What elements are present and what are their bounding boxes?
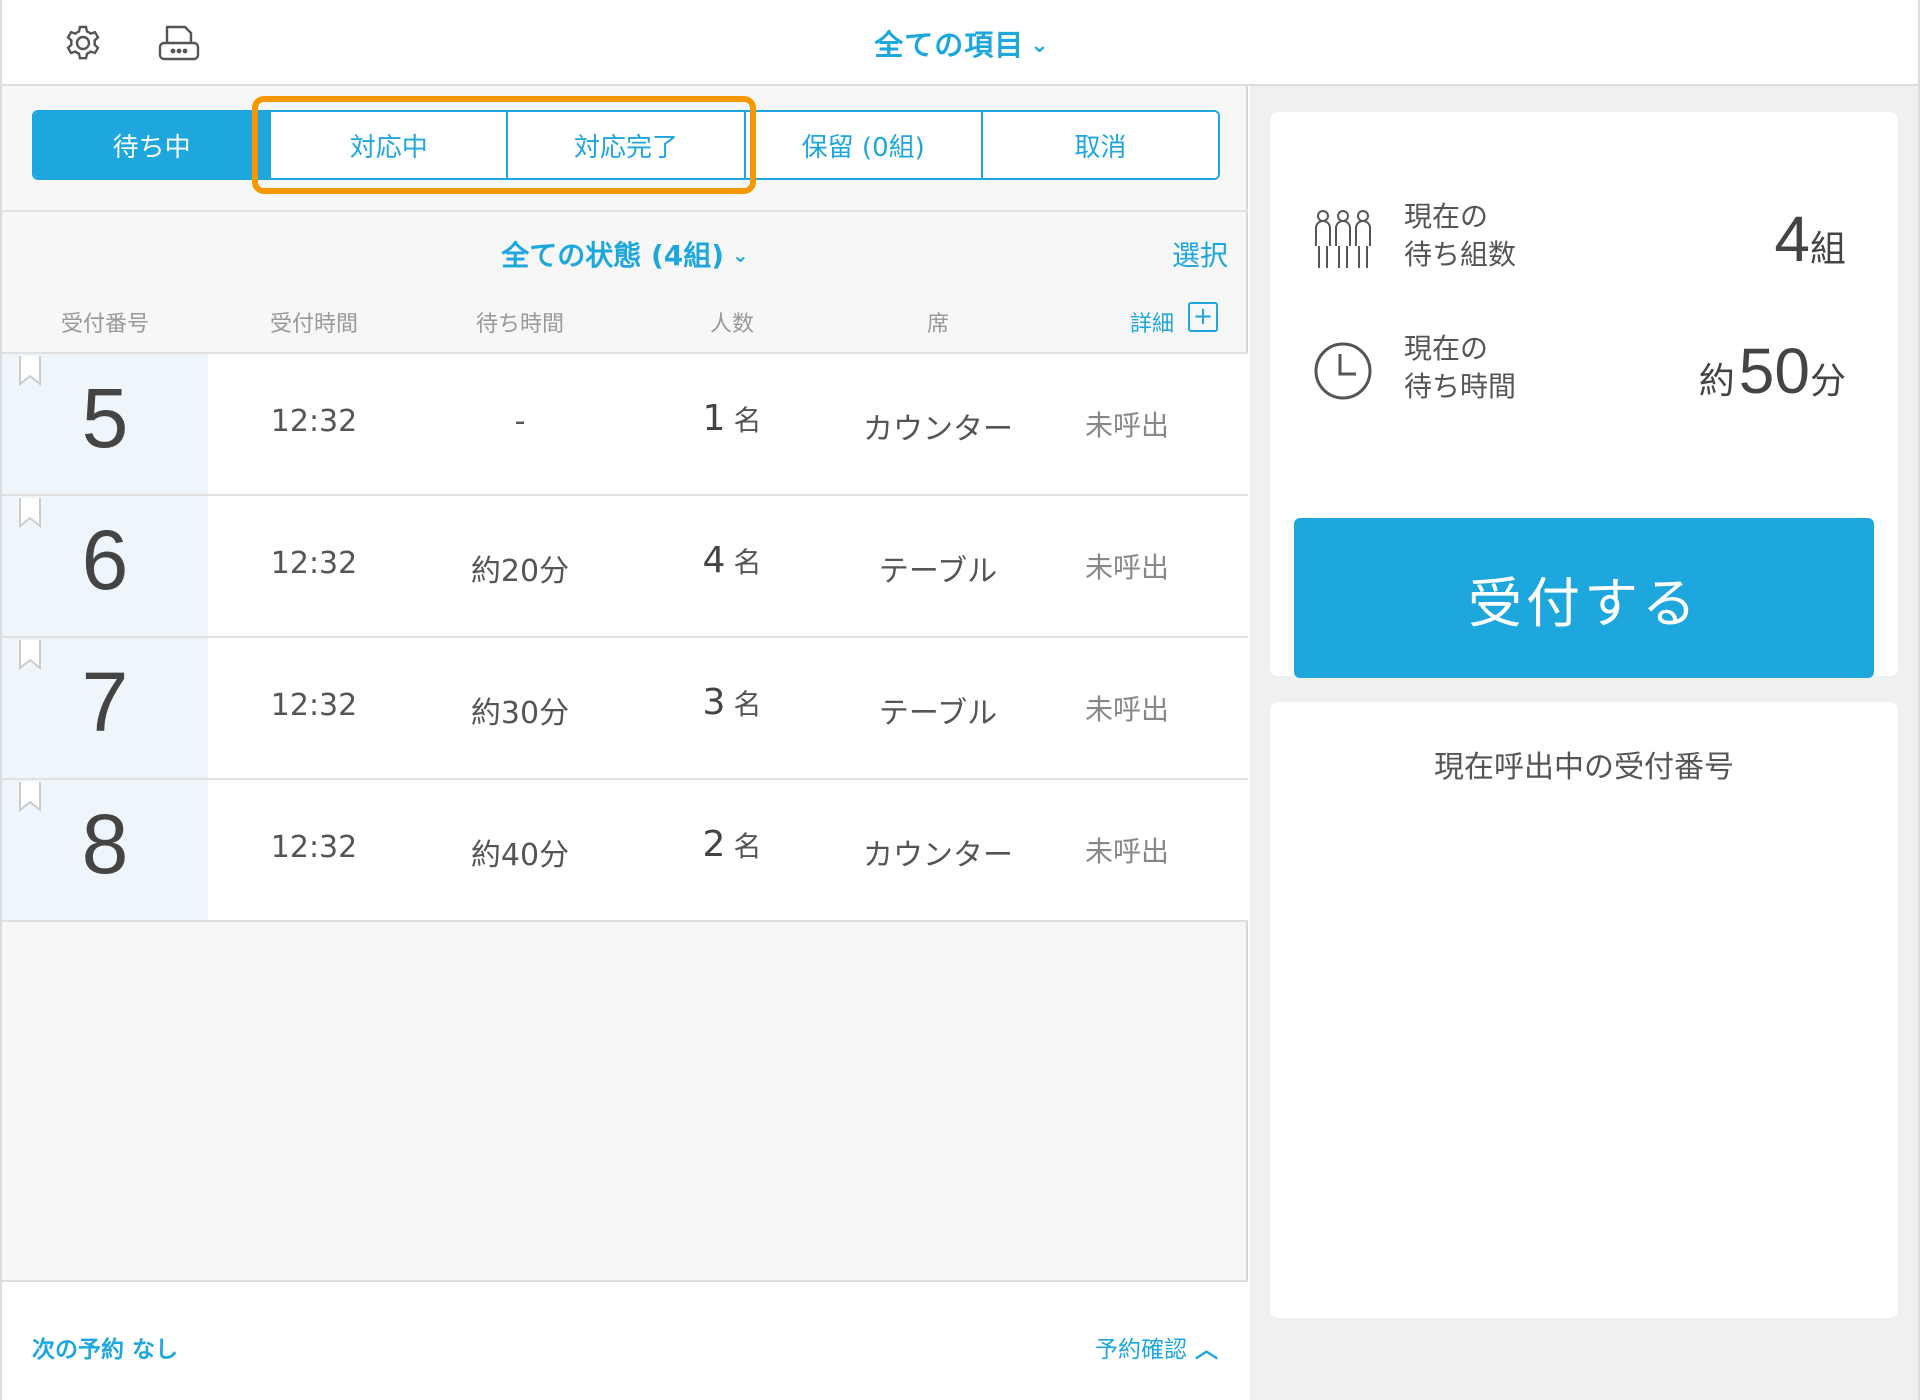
call-status: 未呼出 — [1084, 551, 1169, 584]
reception-button[interactable]: 受付する — [1294, 518, 1874, 678]
wait-label-line2: 待ち時間 — [1404, 370, 1517, 403]
status-filter-label: 全ての状態 (4組) — [501, 239, 725, 272]
party-size: 4名 — [702, 540, 762, 581]
detail-expand-button[interactable]: + — [1188, 302, 1218, 332]
wait-time: 約30分 — [470, 696, 570, 731]
reception-time: 12:32 — [270, 404, 358, 439]
table-row[interactable]: 7 12:32 約30分 3名 テーブル 未呼出 — [2, 638, 1248, 780]
reception-number: 7 — [81, 655, 129, 749]
tab-in-progress[interactable]: 対応中 — [271, 112, 509, 178]
groups-label-line2: 待ち組数 — [1404, 238, 1517, 271]
top-bar: 全ての項目 ⌄ — [0, 0, 1920, 86]
next-reservation-link[interactable]: 次の予約 なし — [32, 1330, 178, 1364]
tab-waiting[interactable]: 待ち中 — [34, 112, 272, 178]
table-header: 受付番号 受付時間 待ち時間 人数 席 詳細 + — [2, 296, 1248, 354]
party-size: 3名 — [702, 682, 762, 723]
column-wait: 待ち時間 — [475, 312, 564, 337]
call-status: 未呼出 — [1084, 409, 1169, 442]
column-number: 受付番号 — [60, 312, 149, 337]
wait-value: 約50分 — [1698, 335, 1846, 407]
party-size: 1名 — [702, 398, 762, 439]
wait-time: - — [514, 404, 526, 439]
queue-panel: 待ち中 対応中 対応完了 保留 (0組) 取消 全ての状態 (4組) ⌄ 選択 受… — [0, 86, 1248, 1400]
waiting-groups-stat: 現在の待ち組数 4組 — [1270, 192, 1898, 292]
item-filter-label: 全ての項目 — [874, 28, 1025, 62]
calling-title: 現在呼出中の受付番号 — [1434, 750, 1734, 785]
waiting-summary-card: 現在の 待ち組数 4組 現在の 待ち時間 約50分 受付する — [1270, 112, 1898, 678]
party-size: 2名 — [702, 824, 762, 865]
waiting-time-stat: 現在の待ち時間 約50分 — [1270, 324, 1898, 424]
column-time: 受付時間 — [269, 312, 358, 337]
seat-type: テーブル — [878, 696, 998, 731]
wait-time: 約20分 — [470, 554, 570, 589]
reception-time: 12:32 — [270, 546, 358, 581]
item-filter-dropdown[interactable]: 全ての項目 ⌄ — [2, 22, 1920, 64]
seat-type: カウンター — [863, 838, 1013, 873]
reception-number: 6 — [81, 513, 129, 607]
table-row[interactable]: 6 12:32 約20分 4名 テーブル 未呼出 — [2, 496, 1248, 638]
chevron-up-icon: ︿ — [1195, 1337, 1218, 1363]
summary-panel: 現在の 待ち組数 4組 現在の 待ち時間 約50分 受付する 現在呼出中の受付番号 — [1250, 86, 1920, 1400]
column-detail[interactable]: 詳細 — [1112, 306, 1192, 338]
queue-table: 5 12:32 - 1名 カウンター 未呼出 6 12:32 約20分 4名 テ… — [2, 354, 1248, 922]
select-button[interactable]: 選択 — [1172, 234, 1228, 274]
wait-label-line1: 現在の — [1404, 332, 1489, 365]
call-status: 未呼出 — [1084, 835, 1169, 868]
call-status: 未呼出 — [1084, 693, 1169, 726]
reception-number: 8 — [81, 797, 129, 891]
filter-row: 全ての状態 (4組) ⌄ 選択 — [2, 210, 1248, 290]
reception-time: 12:32 — [270, 688, 358, 723]
column-people: 人数 — [709, 312, 754, 337]
clock-icon — [1314, 342, 1372, 400]
table-row[interactable]: 8 12:32 約40分 2名 カウンター 未呼出 — [2, 780, 1248, 922]
table-row[interactable]: 5 12:32 - 1名 カウンター 未呼出 — [2, 354, 1248, 496]
tab-on-hold[interactable]: 保留 (0組) — [745, 112, 983, 178]
seat-type: カウンター — [863, 412, 1013, 447]
groups-label-line1: 現在の — [1404, 200, 1489, 233]
status-tabs: 待ち中 対応中 対応完了 保留 (0組) 取消 — [32, 110, 1220, 180]
tab-completed[interactable]: 対応完了 — [508, 112, 746, 178]
status-filter-dropdown[interactable]: 全ての状態 (4組) ⌄ — [2, 234, 1248, 274]
tab-cancelled[interactable]: 取消 — [982, 112, 1218, 178]
groups-value: 4組 — [1774, 203, 1846, 275]
reception-number: 5 — [81, 371, 129, 465]
seat-type: テーブル — [878, 554, 998, 589]
calling-numbers-card: 現在呼出中の受付番号 — [1270, 702, 1898, 1318]
people-group-icon — [1315, 210, 1371, 268]
reservation-confirm-label: 予約確認 — [1095, 1337, 1187, 1363]
reservation-bar: 次の予約 なし 予約確認 ︿ — [2, 1280, 1248, 1400]
chevron-down-icon: ⌄ — [732, 243, 749, 267]
reservation-confirm-button[interactable]: 予約確認 ︿ — [1095, 1330, 1218, 1364]
column-seat: 席 — [926, 312, 949, 337]
chevron-down-icon: ⌄ — [1030, 33, 1050, 58]
wait-time: 約40分 — [470, 838, 570, 873]
reception-time: 12:32 — [270, 830, 358, 865]
